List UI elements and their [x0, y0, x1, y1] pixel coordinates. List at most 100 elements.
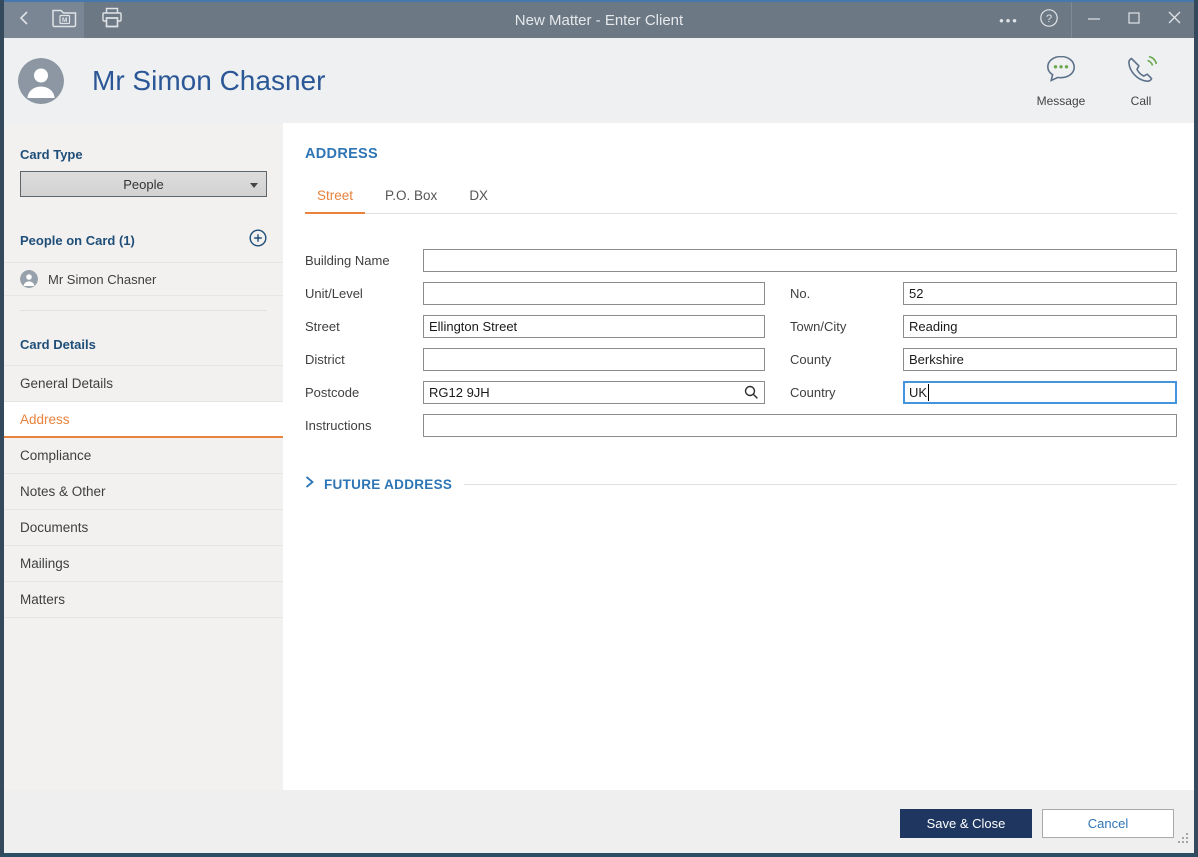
- nav-item-compliance[interactable]: Compliance: [4, 438, 283, 474]
- call-label: Call: [1131, 94, 1152, 108]
- sidebar-divider: [20, 310, 267, 311]
- call-icon: [1125, 54, 1157, 88]
- add-person-icon: [249, 229, 267, 247]
- nav-item-general-details[interactable]: General Details: [4, 366, 283, 402]
- tab-dx[interactable]: DX: [457, 186, 500, 213]
- nav-item-matters[interactable]: Matters: [4, 582, 283, 618]
- nav-item-address[interactable]: Address: [4, 402, 283, 438]
- window-title: New Matter - Enter Client: [515, 12, 683, 29]
- folder-matter-icon: M: [51, 7, 78, 33]
- maximize-icon: [1127, 11, 1141, 30]
- card-details-nav: General Details Address Compliance Notes…: [4, 365, 283, 618]
- person-avatar: [20, 270, 38, 288]
- future-address-rule: [464, 484, 1177, 485]
- street-label: Street: [305, 319, 423, 334]
- tab-po-box[interactable]: P.O. Box: [373, 186, 449, 213]
- maximize-button[interactable]: [1114, 2, 1154, 38]
- titlebar-left-segment: M: [4, 2, 84, 38]
- future-address-toggle[interactable]: FUTURE ADDRESS: [305, 475, 1177, 493]
- matter-folder-button[interactable]: M: [44, 2, 84, 38]
- postcode-wrap: [423, 381, 765, 404]
- svg-text:M: M: [61, 17, 66, 24]
- minimize-button[interactable]: [1074, 2, 1114, 38]
- county-label: County: [790, 352, 903, 367]
- nav-item-notes-other[interactable]: Notes & Other: [4, 474, 283, 510]
- country-field[interactable]: [903, 381, 1177, 404]
- card-type-dropdown[interactable]: People: [20, 171, 267, 197]
- client-name: Mr Simon Chasner: [92, 65, 325, 97]
- print-icon: [100, 6, 124, 34]
- sidebar: Card Type People People on Card (1): [4, 123, 283, 790]
- client-avatar: [18, 58, 64, 104]
- chevron-right-icon: [305, 475, 314, 493]
- nav-item-documents[interactable]: Documents: [4, 510, 283, 546]
- minimize-icon: [1087, 11, 1101, 30]
- people-on-card-header: People on Card (1): [20, 229, 267, 252]
- street-field[interactable]: [423, 315, 765, 338]
- district-field[interactable]: [423, 348, 765, 371]
- town-city-field[interactable]: [903, 315, 1177, 338]
- address-panel: ADDRESS Street P.O. Box DX Building Name…: [283, 123, 1194, 790]
- text-caret: [928, 384, 929, 401]
- more-options-icon: •••: [999, 13, 1019, 28]
- address-tabs: Street P.O. Box DX: [305, 186, 1177, 214]
- country-wrap: [903, 381, 1177, 404]
- message-label: Message: [1037, 94, 1086, 108]
- town-city-label: Town/City: [790, 319, 903, 334]
- message-icon: [1044, 54, 1078, 88]
- print-button[interactable]: [92, 2, 132, 38]
- close-icon: [1167, 10, 1182, 30]
- card-type-label: Card Type: [20, 147, 267, 162]
- postcode-field[interactable]: [423, 381, 765, 404]
- page-title: ADDRESS: [305, 146, 1177, 162]
- instructions-label: Instructions: [305, 418, 423, 433]
- titlebar-divider: [1071, 2, 1072, 38]
- unit-level-label: Unit/Level: [305, 286, 423, 301]
- content-area: Card Type People People on Card (1): [4, 123, 1194, 790]
- person-list-item[interactable]: Mr Simon Chasner: [4, 262, 283, 296]
- svg-text:?: ?: [1046, 13, 1052, 25]
- help-button[interactable]: ?: [1029, 2, 1069, 38]
- back-icon: [17, 10, 31, 31]
- message-button[interactable]: Message: [1030, 54, 1092, 108]
- resize-grip[interactable]: [1178, 831, 1189, 849]
- save-close-button[interactable]: Save & Close: [900, 809, 1032, 838]
- search-icon[interactable]: [744, 385, 759, 405]
- postcode-label: Postcode: [305, 385, 423, 400]
- no-label: No.: [790, 286, 903, 301]
- footer: Save & Close Cancel: [4, 790, 1194, 853]
- form-row: Street Town/City: [305, 315, 1177, 338]
- no-field[interactable]: [903, 282, 1177, 305]
- form-row: Building Name: [305, 249, 1177, 272]
- more-options-button[interactable]: •••: [989, 2, 1029, 38]
- tab-street[interactable]: Street: [305, 186, 365, 214]
- app-window: M New Matter - Enter Client •••: [0, 0, 1198, 857]
- future-address-label: FUTURE ADDRESS: [324, 477, 452, 492]
- cancel-button[interactable]: Cancel: [1042, 809, 1174, 838]
- back-button[interactable]: [4, 2, 44, 38]
- form-row: Postcode Country: [305, 381, 1177, 404]
- help-icon: ?: [1039, 8, 1059, 33]
- card-details-label: Card Details: [20, 337, 267, 352]
- unit-level-field[interactable]: [423, 282, 765, 305]
- building-name-field[interactable]: [423, 249, 1177, 272]
- chevron-down-icon: [250, 183, 258, 188]
- county-field[interactable]: [903, 348, 1177, 371]
- building-name-label: Building Name: [305, 253, 423, 268]
- person-name: Mr Simon Chasner: [48, 272, 156, 287]
- form-row: District County: [305, 348, 1177, 371]
- instructions-field[interactable]: [423, 414, 1177, 437]
- call-button[interactable]: Call: [1110, 54, 1172, 108]
- close-button[interactable]: [1154, 2, 1194, 38]
- address-form: Building Name Unit/Level No. Street Town…: [305, 249, 1177, 437]
- nav-item-mailings[interactable]: Mailings: [4, 546, 283, 582]
- titlebar: M New Matter - Enter Client •••: [4, 0, 1194, 38]
- client-header: Mr Simon Chasner Message: [4, 38, 1194, 123]
- form-row: Unit/Level No.: [305, 282, 1177, 305]
- card-type-value: People: [123, 177, 163, 192]
- titlebar-controls: ••• ?: [989, 2, 1194, 38]
- header-actions: Message Call: [1030, 54, 1172, 108]
- district-label: District: [305, 352, 423, 367]
- add-person-button[interactable]: [249, 229, 267, 252]
- form-row: Instructions: [305, 414, 1177, 437]
